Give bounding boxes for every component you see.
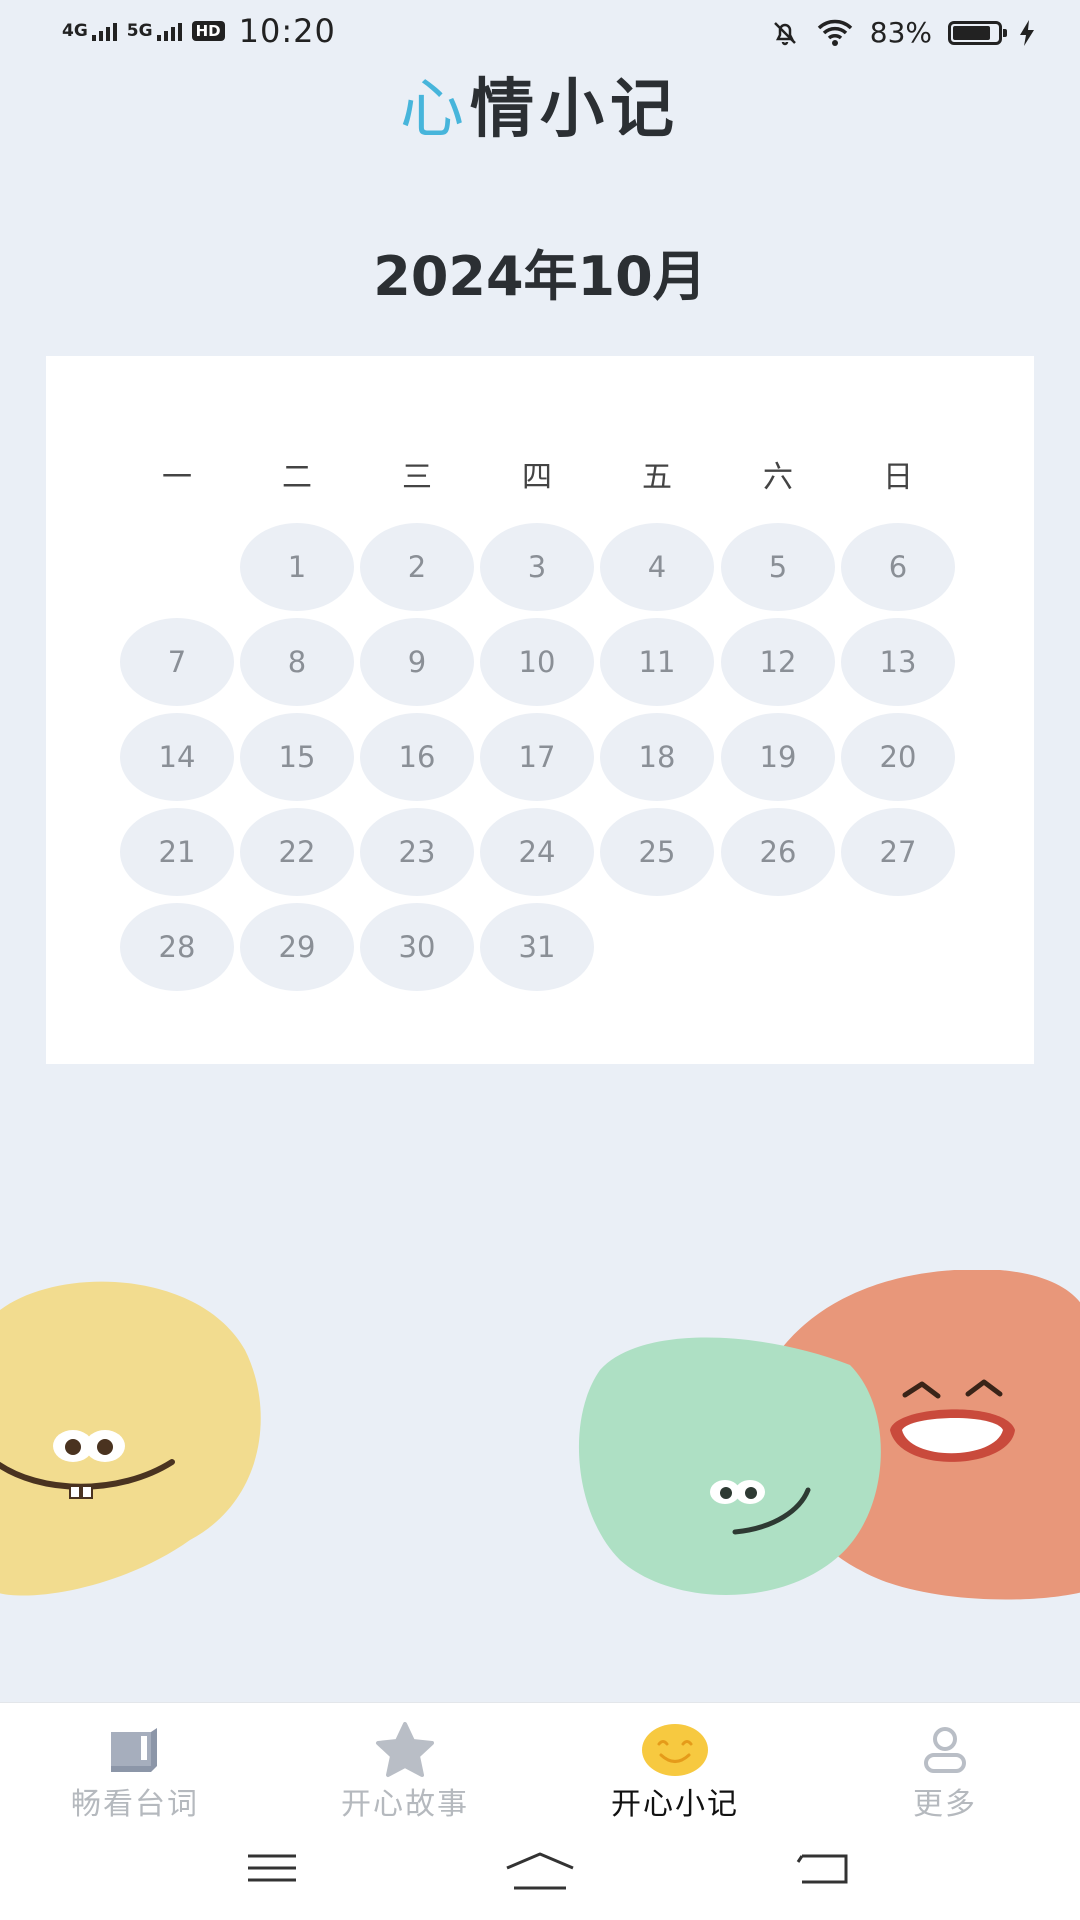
day-grid: 1 2 3 4 5 6 7 8 9 10 11 12 13 14 15 16 17 18 19 20 21 22 23 24 2…: [46, 356, 1034, 1064]
calendar-day[interactable]: 9: [360, 618, 474, 706]
nav-item-stories[interactable]: 开心故事: [270, 1722, 540, 1823]
calendar-day[interactable]: 31: [480, 903, 594, 991]
calendar-day[interactable]: 27: [841, 808, 955, 896]
calendar-day[interactable]: 19: [721, 713, 835, 801]
menu-icon[interactable]: [246, 1850, 298, 1890]
signal-4g: 4G: [62, 21, 117, 41]
battery-fill: [953, 25, 990, 40]
nav-label-more: 更多: [913, 1787, 977, 1822]
status-time: 10:20: [238, 12, 336, 50]
calendar-day[interactable]: 20: [841, 713, 955, 801]
nav-item-mood-notes[interactable]: 开心小记: [540, 1723, 810, 1823]
wifi-icon: [817, 19, 852, 46]
calendar-day[interactable]: 16: [360, 713, 474, 801]
calendar-day[interactable]: 3: [480, 523, 594, 611]
book-icon: [0, 1723, 270, 1777]
calendar-card: 一二三四五六日 1 2 3 4 5 6 7 8 9 10 11 12 13 14 15 16 17 18 19 20 2…: [46, 356, 1034, 1064]
nav-label-lines: 畅看台词: [71, 1787, 199, 1822]
month-title: 2024年10月: [373, 245, 707, 308]
star-icon: [270, 1722, 540, 1777]
nav-item-more[interactable]: 更多: [810, 1723, 1080, 1823]
status-right: 83%: [770, 16, 1036, 49]
nav-label-mood-notes: 开心小记: [611, 1787, 739, 1822]
signal-bars-icon: [91, 23, 117, 41]
app-title-rest: 情小记: [470, 73, 680, 147]
mute-bell-icon: [773, 21, 796, 45]
green-blob-face: [578, 1337, 881, 1595]
battery-percent: 83%: [869, 16, 932, 49]
calendar-day[interactable]: 5: [721, 523, 835, 611]
calendar-day[interactable]: 2: [360, 523, 474, 611]
app-title-accent: 心: [400, 73, 470, 147]
calendar-day[interactable]: 29: [240, 903, 354, 991]
calendar-day[interactable]: 17: [480, 713, 594, 801]
calendar-day[interactable]: 23: [360, 808, 474, 896]
calendar-day[interactable]: 22: [240, 808, 354, 896]
calendar-day[interactable]: 1: [240, 523, 354, 611]
calendar-day[interactable]: 28: [120, 903, 234, 991]
signal-bars-icon: [156, 23, 182, 41]
yellow-blob-face: [0, 1281, 261, 1596]
nav-label-stories: 开心故事: [341, 1787, 469, 1822]
smiley-icon: [540, 1723, 810, 1777]
person-icon: [810, 1723, 1080, 1777]
signal-5g: 5G: [127, 21, 182, 41]
calendar-day[interactable]: 11: [600, 618, 714, 706]
battery-icon: [948, 20, 1007, 45]
bottom-nav: 畅看台词 开心故事 开心小记 更多: [0, 1702, 1080, 1833]
calendar-day[interactable]: 6: [841, 523, 955, 611]
status-bar: 4G 5G HD 10:20 83%: [0, 0, 1080, 66]
calendar-day[interactable]: 8: [240, 618, 354, 706]
system-nav-bar: [0, 1832, 1080, 1920]
calendar-day[interactable]: 7: [120, 618, 234, 706]
calendar-day[interactable]: 21: [120, 808, 234, 896]
calendar-day[interactable]: 12: [721, 618, 835, 706]
mood-blobs: [0, 1270, 1080, 1600]
nav-item-lines[interactable]: 畅看台词: [0, 1723, 270, 1823]
calendar-day[interactable]: 15: [240, 713, 354, 801]
calendar-day[interactable]: 14: [120, 713, 234, 801]
hd-badge: HD: [191, 21, 225, 41]
app-title: 心情小记: [0, 58, 1080, 150]
home-icon[interactable]: [504, 1850, 576, 1894]
calendar-day[interactable]: 4: [600, 523, 714, 611]
calendar-day[interactable]: 25: [600, 808, 714, 896]
calendar-day[interactable]: 10: [480, 618, 594, 706]
calendar-day[interactable]: 30: [360, 903, 474, 991]
charging-icon: [1020, 19, 1034, 46]
status-left: 4G 5G HD 10:20: [62, 12, 336, 50]
calendar-day[interactable]: 26: [721, 808, 835, 896]
calendar-day[interactable]: 18: [600, 713, 714, 801]
back-icon[interactable]: [796, 1850, 850, 1890]
calendar-day[interactable]: 24: [480, 808, 594, 896]
calendar-day[interactable]: 13: [841, 618, 955, 706]
